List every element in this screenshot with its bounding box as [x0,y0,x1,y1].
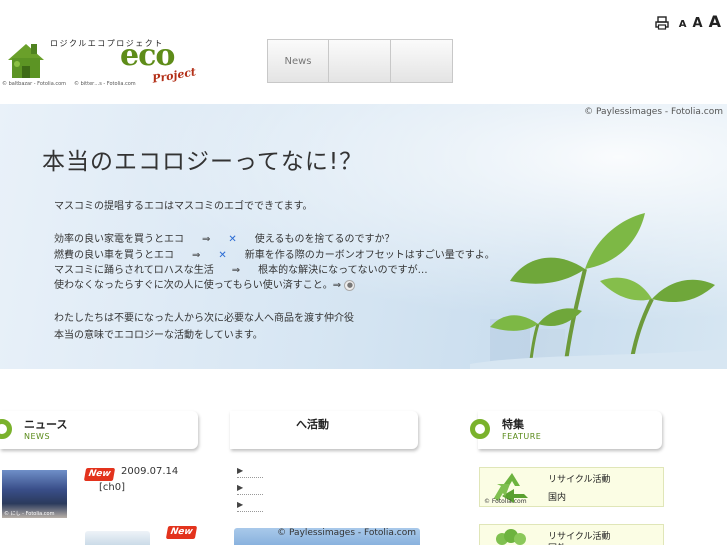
image-credit: © Paylessimages - Fotolia.com [277,528,416,538]
main-nav: News [267,39,453,83]
activity-item[interactable]: ▶ [237,483,263,495]
bullet-icon [0,419,12,439]
section-title: 特集 [502,418,524,431]
section-subtitle: NEWS [24,432,51,441]
logo-eco: eco [120,38,175,73]
section-activity-header: へ活動 [230,411,418,449]
logo-credit: © bitter…s - Fotolia.com [74,81,136,87]
toolbar: A A A [655,14,721,30]
sprout-image [470,213,727,369]
cross-icon: ✕ [218,250,227,261]
feature-subtitle: 国外 [548,541,566,545]
section-news-header: ニュース NEWS [0,411,198,449]
image-credit: © にし - Fotolia.com [4,511,55,517]
hero-closing: 本当の意味でエコロジーな活動をしています。 [54,330,263,341]
house-icon [8,44,44,78]
feature-title: リサイクル活動 [548,475,611,485]
section-subtitle: FEATURE [502,432,542,441]
activity-item[interactable]: ▶ [237,500,263,512]
nav-item-3[interactable] [391,39,453,83]
news-date: 2009.07.14 [121,466,179,477]
leaf-icon [496,529,526,545]
section-title: ニュース [24,418,68,431]
circle-arrow-icon[interactable]: ● [344,279,356,291]
feature-item[interactable]: リサイクル活動 国外 [479,524,664,545]
print-icon[interactable] [655,16,669,30]
hero-row: 燃費の良い車を買うとエコ ⇒ ✕ 新車を作る際のカーボンオフセットはすごい量ですよ。 [54,250,495,261]
nav-news[interactable]: News [267,39,329,83]
hero-banner: © Paylessimages - Fotolia.com 本当のエコロジーって… [0,104,727,369]
new-badge: New [83,468,116,481]
hero-row: マスコミに踊らされてロハスな生活 ⇒ 根本的な解決になってないのですが… [54,265,428,276]
news-link[interactable]: [ch0] [99,482,125,493]
feature-subtitle: 国内 [548,493,567,503]
activity-item[interactable]: ▶ [237,466,263,478]
feature-item[interactable]: リサイクル活動 国内 © Fotolia.com [479,467,664,507]
hero-title: 本当のエコロジーってなに!？ [42,149,364,175]
news-thumbnail[interactable] [85,531,150,545]
page: ロジクルエコプロジェクト eco Project © baltbazar - F… [0,0,727,545]
section-title: へ活動 [296,418,329,431]
hero-intro: マスコミの提唱するエコはマスコミのエゴでできてます。 [54,201,313,212]
bullet-icon [470,419,490,439]
font-size-large-button[interactable]: A [709,14,721,30]
section-feature-header: 特集 FEATURE [470,411,662,449]
cross-icon: ✕ [228,234,237,245]
hero-closing: わたしたちは不要になった人から次に必要な人へ商品を渡す仲介役 [54,313,354,324]
hero-row: 使わなくなったらすぐに次の人に使ってもらい使い済すこと。⇒ ● [54,276,356,291]
font-size-medium-button[interactable]: A [693,17,703,30]
activity-image[interactable]: © Paylessimages - Fotolia.com [234,528,420,545]
news-thumbnail[interactable]: © にし - Fotolia.com [2,470,67,518]
new-badge: New [165,526,198,539]
font-size-small-button[interactable]: A [679,20,687,30]
logo-credit: © baltbazar - Fotolia.com [2,81,67,87]
hero-row: 効率の良い家電を買うとエコ ⇒ ✕ 使えるものを捨てるのですか？ [54,234,395,245]
image-credit: © Fotolia.com [484,498,527,505]
image-credit: © Paylessimages - Fotolia.com [584,107,723,117]
nav-item-2[interactable] [329,39,391,83]
